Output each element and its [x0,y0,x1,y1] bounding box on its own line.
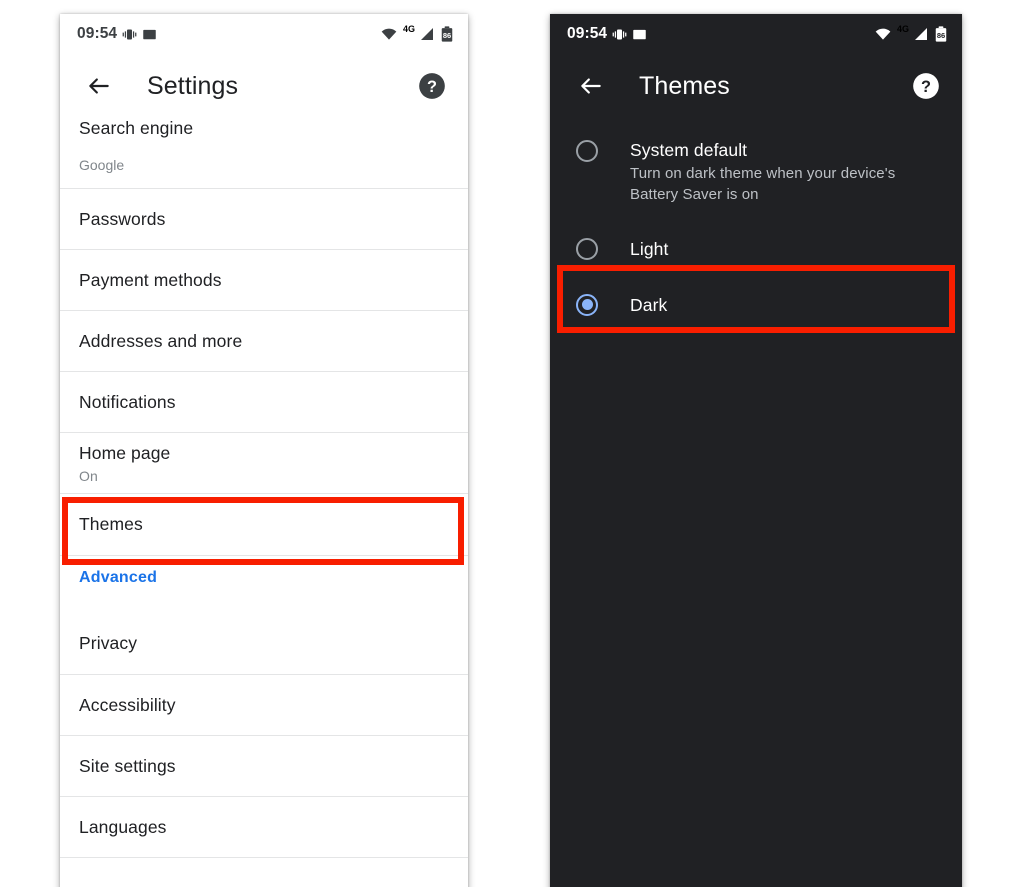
radio-button-unchecked-icon[interactable] [576,237,598,260]
page-title: Themes [639,71,730,100]
list-item-title: Themes [79,514,143,534]
list-item-notifications[interactable]: Notifications [60,371,468,432]
theme-option-label: Dark [630,294,668,315]
screenshot-stage: 09:54 4G 86 Settings ? Search engine Goo… [0,0,1024,887]
theme-option-system-default[interactable]: System default Turn on dark theme when y… [550,118,962,206]
battery-level-label: 86 [442,31,452,40]
status-bar-dark: 09:54 4G 86 [550,14,962,54]
wifi-icon [381,26,397,42]
list-item-subtitle: Google [79,157,125,173]
app-bar-settings: Settings ? [60,54,468,118]
battery-icon: 86 [934,26,948,42]
list-item-themes[interactable]: Themes [60,493,468,555]
section-header-label: Advanced [79,569,158,586]
status-bar-right-group: 4G 86 [381,24,454,42]
list-item-addresses-and-more[interactable]: Addresses and more [60,310,468,371]
photo-icon [142,27,157,42]
theme-option-label: Light [630,238,669,259]
status-bar-right-group: 4G 86 [875,24,948,42]
list-item-payment-methods[interactable]: Payment methods [60,249,468,310]
svg-text:?: ? [427,78,437,96]
battery-icon: 86 [440,26,454,42]
list-item-title: Payment methods [79,269,222,290]
list-item-languages[interactable]: Languages [60,796,468,857]
status-bar-left-group: 09:54 [567,25,647,43]
phone-screen-themes: 09:54 4G 86 Themes ? System default Turn… [550,14,962,887]
help-icon[interactable]: ? [912,72,940,100]
phone-screen-settings: 09:54 4G 86 Settings ? Search engine Goo… [60,14,468,887]
list-item-privacy[interactable]: Privacy [60,613,468,674]
cellular-signal-icon [419,26,435,42]
list-item-title: Accessibility [79,694,176,715]
list-item-title: Addresses and more [79,330,243,351]
theme-option-text: System default Turn on dark theme when y… [630,140,935,206]
status-bar-light: 09:54 4G 86 [60,14,468,54]
list-item-accessibility[interactable]: Accessibility [60,674,468,735]
section-header-advanced[interactable]: Advanced [60,555,468,613]
list-item-title: Passwords [79,208,166,229]
radio-dot [581,299,593,311]
network-type-label: 4G [402,24,415,34]
vibrate-icon [122,27,137,42]
radio-button-checked-icon[interactable] [576,293,598,316]
help-icon[interactable]: ? [418,72,446,100]
list-item-title: Languages [79,816,167,837]
photo-icon [632,27,647,42]
list-item-title: Site settings [79,755,176,776]
list-item-title: Privacy [79,633,138,653]
theme-option-label: System default [630,140,748,160]
back-arrow-icon[interactable] [82,69,116,103]
radio-button-unchecked-icon[interactable] [576,140,598,162]
list-item-site-settings[interactable]: Site settings [60,735,468,796]
svg-text:?: ? [921,78,931,96]
theme-option-light[interactable]: Light [550,206,962,260]
back-arrow-icon[interactable] [574,69,608,103]
network-type-label: 4G [896,24,909,34]
battery-level-label: 86 [936,31,946,40]
status-bar-clock: 09:54 [567,25,608,42]
list-item-title: Home page [79,442,171,463]
list-item-title: Notifications [79,391,176,412]
list-item-search-engine[interactable]: Search engine [60,118,468,157]
settings-list: Search engine Google Passwords Payment m… [60,118,468,858]
search-engine-row-pad [60,173,468,188]
list-item-title: Search engine [79,118,194,138]
theme-option-text: Dark [630,294,667,316]
status-bar-clock: 09:54 [77,25,118,42]
list-item-home-page[interactable]: Home page On [60,432,468,493]
app-bar-themes: Themes ? [550,54,962,118]
wifi-icon [875,26,891,42]
list-item-passwords[interactable]: Passwords [60,188,468,249]
theme-options-list: System default Turn on dark theme when y… [550,118,962,316]
page-title: Settings [147,71,239,100]
theme-option-text: Light [630,238,668,260]
cellular-signal-icon [913,26,929,42]
list-item-subtitle: On [79,467,98,484]
theme-option-description: Turn on dark theme when your device's Ba… [630,165,896,204]
status-bar-left-group: 09:54 [77,25,157,43]
vibrate-icon [612,27,627,42]
list-bottom-divider [60,857,468,858]
theme-option-dark[interactable]: Dark [550,260,962,316]
